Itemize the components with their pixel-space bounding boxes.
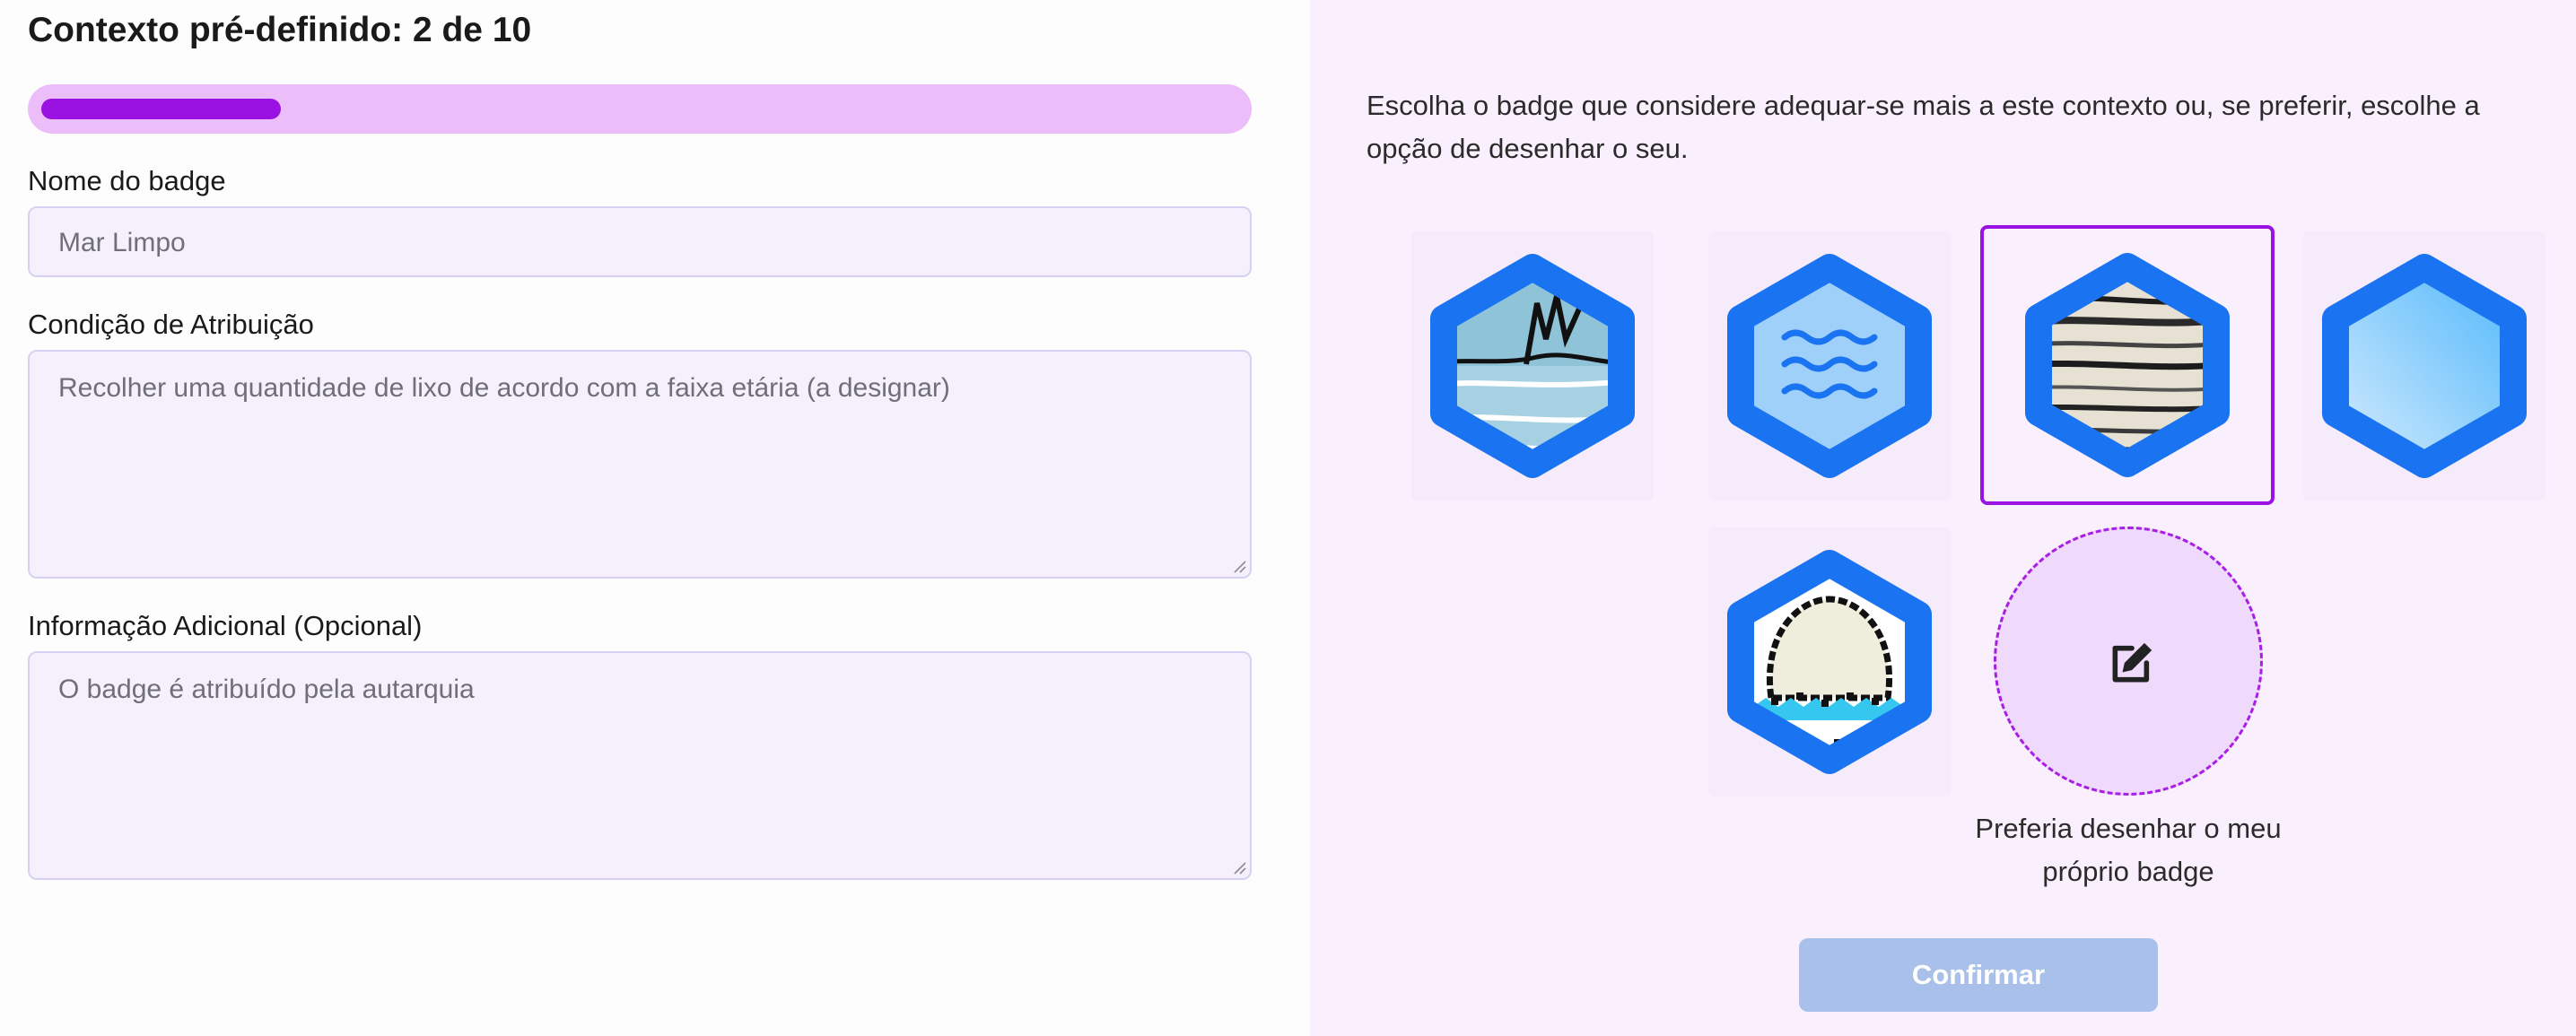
striped-texture-badge-icon [2025, 253, 2230, 477]
wave-sketch-badge-icon [1430, 254, 1635, 478]
edit-pen-icon [2112, 642, 2152, 683]
picker-instructions: Escolha o badge que considere adequar-se… [1367, 90, 2480, 164]
gradient-blank-badge-icon [2322, 254, 2527, 478]
progress-bar-fill [41, 99, 281, 119]
badge-option-5[interactable] [1708, 527, 1951, 797]
page-title: Contexto pré-definido: 2 de 10 [28, 11, 532, 49]
condition-text: Recolher uma quantidade de lixo de acord… [58, 373, 950, 403]
badge-option-1[interactable] [1411, 231, 1654, 501]
additional-info-label: Informação Adicional (Opcional) [28, 610, 423, 641]
badge-form-panel: Contexto pré-definido: 2 de 10 Nome do b… [0, 0, 1310, 1036]
badge-option-2[interactable] [1708, 231, 1951, 501]
pixel-shell-badge-icon [1727, 550, 1932, 774]
badge-name-label: Nome do badge [28, 165, 226, 196]
progress-bar [28, 84, 1252, 134]
additional-info-textarea[interactable]: O badge é atribuído pela autarquia [28, 651, 1252, 880]
resize-grip-icon[interactable] [1232, 559, 1246, 573]
condition-label: Condição de Atribuição [28, 309, 314, 340]
draw-own-caption: Preferia desenhar o meu próprio badge [1975, 813, 2282, 887]
confirm-button[interactable]: Confirmar [1799, 938, 2158, 1012]
badge-option-3-selected[interactable] [1980, 225, 2275, 505]
badge-name-input[interactable]: Mar Limpo [28, 206, 1252, 277]
additional-info-text: O badge é atribuído pela autarquia [58, 675, 475, 704]
waves-symbol-badge-icon [1727, 254, 1932, 478]
resize-grip-icon[interactable] [1232, 860, 1246, 875]
draw-own-badge-button[interactable] [1994, 527, 2263, 796]
badge-option-4[interactable] [2303, 231, 2545, 501]
condition-textarea[interactable]: Recolher uma quantidade de lixo de acord… [28, 350, 1252, 579]
